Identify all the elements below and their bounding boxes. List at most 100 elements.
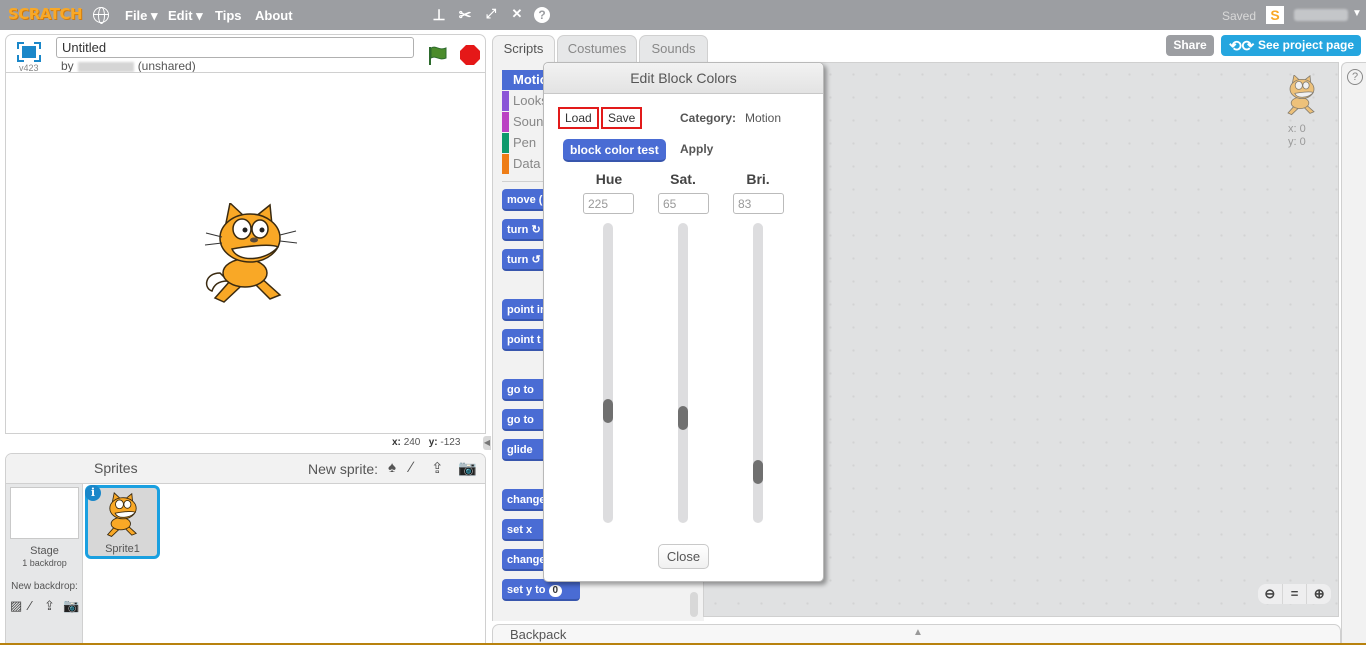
saturation-slider[interactable]	[678, 223, 688, 523]
zoom-in-icon[interactable]: ⊕	[1307, 584, 1331, 604]
sprite-y-readout: y: 0	[1288, 136, 1306, 148]
brightness-slider-handle[interactable]	[753, 460, 763, 484]
grow-icon[interactable]: ⤢	[482, 6, 500, 22]
apply-button[interactable]: Apply	[680, 142, 713, 156]
zoom-controls: ⊖ = ⊕	[1258, 584, 1331, 604]
by-label: by	[61, 59, 74, 73]
green-flag-icon[interactable]	[427, 44, 449, 66]
category-sound[interactable]: Sound	[502, 112, 551, 132]
mouse-x-label: x:	[392, 437, 401, 448]
category-motion[interactable]: Motion	[502, 70, 556, 90]
mouse-coordinates: x: 240 y: -123	[392, 437, 460, 448]
duplicate-stamp-icon[interactable]: ⊥	[430, 6, 448, 24]
backdrop-library-icon[interactable]: ▨	[10, 598, 22, 614]
backpack-label: Backpack	[510, 627, 567, 642]
new-backdrop-label: New backdrop:	[11, 581, 78, 592]
category-pen[interactable]: Pen	[502, 133, 548, 153]
sprite1-cat-image	[106, 492, 138, 537]
category-value: Motion	[745, 111, 782, 125]
mouse-y-value: -123	[440, 437, 461, 448]
brightness-input[interactable]	[733, 193, 784, 214]
hue-slider[interactable]	[603, 223, 613, 523]
sprite-library-icon[interactable]: ♠	[388, 459, 396, 476]
stage-canvas[interactable]	[5, 72, 486, 434]
sprite-thumbnail[interactable]: i Sprite1	[85, 485, 160, 559]
fullscreen-icon[interactable]	[17, 42, 41, 62]
hue-label: Hue	[595, 171, 623, 187]
project-byline: by (unshared)	[61, 59, 196, 73]
sprites-title: Sprites	[94, 460, 138, 476]
help-icon[interactable]: ?	[534, 7, 550, 23]
camera-sprite-icon[interactable]: 📷	[458, 459, 477, 477]
saturation-slider-handle[interactable]	[678, 406, 688, 430]
zoom-reset-icon[interactable]: =	[1283, 584, 1308, 604]
sprite-name: Sprite1	[105, 543, 140, 555]
category-looks[interactable]: Looks	[502, 91, 548, 111]
menu-edit[interactable]: Edit ▾	[168, 8, 203, 24]
tab-scripts[interactable]: Scripts	[492, 35, 555, 65]
paint-backdrop-icon[interactable]: ∕	[29, 598, 31, 613]
help-panel: ?	[1341, 62, 1366, 645]
camera-backdrop-icon[interactable]: 📷	[63, 598, 79, 614]
block-set-y[interactable]: set y to 0	[502, 579, 580, 601]
menu-file[interactable]: File ▾	[125, 8, 158, 24]
block-color-test-preview[interactable]: block color test	[563, 139, 666, 162]
stage-thumbnail[interactable]	[10, 487, 79, 539]
scratch-logo[interactable]: SCRATCH	[8, 5, 83, 23]
saturation-input[interactable]	[658, 193, 709, 214]
stop-icon[interactable]	[460, 45, 480, 65]
help-icon[interactable]: ?	[1347, 69, 1363, 85]
hue-input[interactable]	[583, 193, 634, 214]
save-button[interactable]: Save	[601, 107, 643, 129]
category-pen-label: Pen	[513, 135, 537, 150]
tab-costumes[interactable]: Costumes	[557, 35, 637, 63]
save-status: Saved	[1222, 9, 1257, 23]
sprite-cat-on-stage[interactable]	[200, 203, 300, 308]
upload-sprite-icon[interactable]: ⇪	[431, 459, 444, 477]
palette-scrollbar[interactable]	[690, 592, 698, 617]
tab-sounds[interactable]: Sounds	[639, 35, 708, 63]
account-caret-icon[interactable]: ▼	[1352, 8, 1362, 19]
account-icon[interactable]: S	[1266, 6, 1284, 24]
project-title-input[interactable]	[56, 37, 414, 58]
see-project-page-button[interactable]: ⟲⟳ See project page	[1221, 35, 1361, 56]
paint-sprite-icon[interactable]: ∕	[410, 459, 413, 476]
dialog-title[interactable]: Edit Block Colors	[544, 63, 823, 94]
project-page-arrows-icon: ⟲⟳	[1229, 38, 1255, 55]
brightness-slider[interactable]	[753, 223, 763, 523]
shrink-icon[interactable]: ✕	[508, 6, 526, 22]
block-set-y-value[interactable]: 0	[548, 585, 563, 597]
sprite-x-readout: x: 0	[1288, 123, 1306, 135]
mouse-y-label: y:	[428, 437, 438, 448]
see-project-page-label: See project page	[1258, 38, 1355, 52]
username-redacted[interactable]	[1294, 9, 1348, 21]
mouse-x-value: 240	[403, 437, 421, 448]
language-globe-icon[interactable]	[93, 7, 109, 24]
stage-label: Stage	[30, 545, 59, 557]
share-button[interactable]: Share	[1166, 35, 1214, 56]
upload-backdrop-icon[interactable]: ⇪	[44, 598, 55, 614]
load-button[interactable]: Load	[558, 107, 599, 129]
expand-backpack-icon[interactable]: ▲	[913, 627, 923, 638]
category-data-label: Data	[513, 156, 541, 171]
new-sprite-label: New sprite:	[308, 461, 379, 477]
sprites-pane: Sprites New sprite: ♠ ∕ ⇪ 📷 Stage 1 back…	[5, 453, 486, 645]
hue-slider-handle[interactable]	[603, 399, 613, 423]
delete-scissors-icon[interactable]: ✂	[456, 6, 474, 24]
zoom-out-icon[interactable]: ⊖	[1258, 584, 1283, 604]
collapse-stage-button[interactable]: ◀	[483, 436, 491, 450]
menu-tips[interactable]: Tips	[215, 8, 242, 23]
category-label: Category:	[680, 111, 737, 125]
menu-bar: SCRATCH File ▾ Edit ▾ Tips About ⊥ ✂ ⤢ ✕…	[0, 0, 1366, 30]
share-status: (unshared)	[137, 59, 196, 73]
edit-block-colors-dialog: Edit Block Colors Load Save Category: Mo…	[543, 62, 824, 582]
category-data[interactable]: Data	[502, 154, 548, 174]
current-sprite-preview	[1287, 75, 1315, 116]
brightness-label: Bri.	[746, 171, 770, 187]
close-button[interactable]: Close	[658, 544, 709, 569]
menu-about[interactable]: About	[255, 8, 293, 23]
stage-column-header	[6, 454, 83, 484]
backpack-bar[interactable]: Backpack ▲	[492, 624, 1341, 645]
sprites-header	[83, 454, 485, 484]
sprite-info-icon[interactable]: i	[85, 485, 101, 501]
